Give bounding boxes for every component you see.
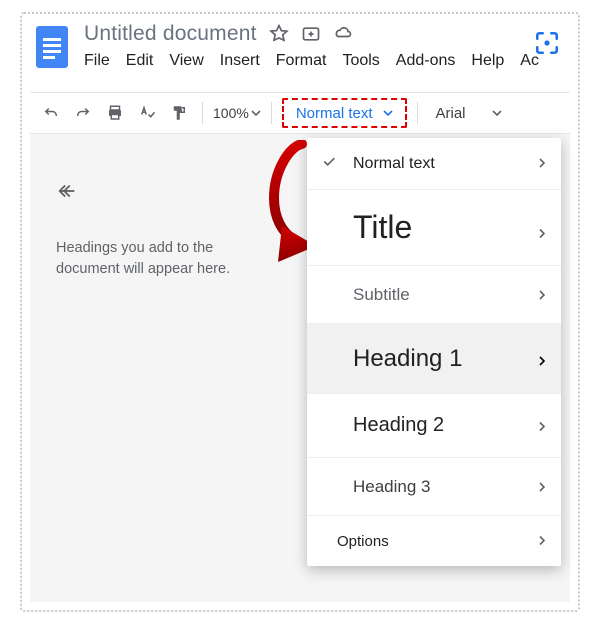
caret-down-icon: [383, 105, 393, 122]
style-option-label: Options: [337, 533, 389, 550]
toolbar: 100% Normal text Arial: [30, 92, 570, 134]
outline-placeholder: Headings you add to the document will ap…: [56, 238, 270, 280]
caret-down-icon: [251, 105, 261, 121]
style-option-label: Subtitle: [353, 285, 410, 305]
menu-format[interactable]: Format: [276, 52, 327, 70]
redo-button[interactable]: [70, 100, 96, 126]
undo-button[interactable]: [38, 100, 64, 126]
paragraph-styles-menu: Normal text Title Subtitle Heading 1 Heading…: [307, 138, 561, 566]
print-button[interactable]: [102, 100, 128, 126]
style-option-label: Title: [353, 209, 412, 246]
styles-label: Normal text: [296, 105, 373, 122]
menu-tools[interactable]: Tools: [342, 52, 379, 70]
style-option-heading-3[interactable]: Heading 3: [307, 458, 561, 516]
menu-view[interactable]: View: [169, 52, 203, 70]
paragraph-styles-button[interactable]: Normal text: [282, 98, 407, 128]
style-option-options[interactable]: Options: [307, 516, 561, 566]
docs-logo-icon[interactable]: [32, 22, 72, 72]
chevron-right-icon: [537, 477, 547, 497]
style-option-heading-1[interactable]: Heading 1: [307, 324, 561, 394]
style-option-subtitle[interactable]: Subtitle: [307, 266, 561, 324]
menu-addons[interactable]: Add-ons: [396, 52, 456, 70]
zoom-select[interactable]: 100%: [213, 105, 261, 121]
chevron-right-icon: [537, 414, 547, 437]
style-option-label: Heading 2: [353, 414, 444, 437]
menu-bar: File Edit View Insert Format Tools Add-o…: [84, 52, 568, 70]
style-option-normal-text[interactable]: Normal text: [307, 138, 561, 190]
spellcheck-button[interactable]: [134, 100, 160, 126]
chevron-right-icon: [537, 155, 547, 173]
font-select[interactable]: Arial: [428, 105, 510, 122]
chevron-right-icon: [537, 533, 547, 550]
app-window: Untitled document File Edit View Insert …: [20, 12, 580, 612]
header: Untitled document File Edit View Insert …: [22, 14, 578, 72]
collapse-outline-button[interactable]: [56, 180, 78, 207]
document-title[interactable]: Untitled document: [84, 22, 257, 46]
style-option-label: Heading 3: [353, 477, 431, 497]
chevron-right-icon: [537, 285, 547, 305]
menu-edit[interactable]: Edit: [126, 52, 154, 70]
zoom-value: 100%: [213, 105, 249, 121]
paint-format-button[interactable]: [166, 100, 192, 126]
present-icon[interactable]: [534, 30, 560, 56]
star-icon[interactable]: [269, 24, 289, 44]
style-option-label: Heading 1: [353, 345, 462, 373]
menu-insert[interactable]: Insert: [220, 52, 260, 70]
style-option-title[interactable]: Title: [307, 190, 561, 266]
chevron-right-icon: [537, 209, 547, 246]
style-option-label: Normal text: [353, 155, 435, 173]
caret-down-icon: [492, 105, 502, 122]
check-icon: [321, 153, 337, 174]
cloud-status-icon[interactable]: [333, 24, 353, 44]
chevron-right-icon: [537, 345, 547, 373]
menu-help[interactable]: Help: [471, 52, 504, 70]
style-option-heading-2[interactable]: Heading 2: [307, 394, 561, 458]
font-label: Arial: [436, 105, 466, 122]
menu-file[interactable]: File: [84, 52, 110, 70]
move-icon[interactable]: [301, 24, 321, 44]
